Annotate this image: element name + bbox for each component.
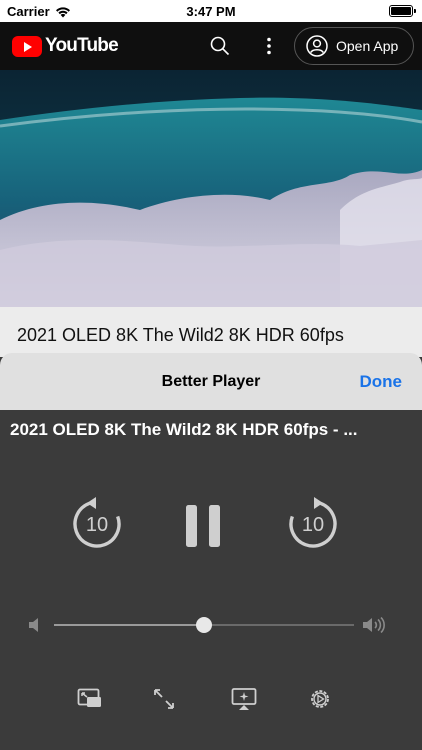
more-vert-icon[interactable] [262,36,276,56]
video-title: 2021 OLED 8K The Wild2 8K HDR 60fps [17,325,344,345]
account-circle-icon [306,35,328,57]
battery-icon [389,5,416,17]
open-app-button[interactable]: Open App [294,27,414,65]
video-player-frame[interactable] [0,70,422,307]
done-button[interactable]: Done [360,372,403,392]
status-bar: Carrier 3:47 PM [0,0,422,22]
volume-low-icon [29,618,38,632]
forward-10-icon[interactable]: 10 [286,497,340,551]
youtube-logo[interactable]: YouTube [12,35,119,57]
youtube-logo-text: YouTube [45,35,119,56]
rewind-seconds-label: 10 [86,514,108,536]
wave-video-image [0,70,422,307]
volume-slider[interactable] [54,617,354,633]
search-icon[interactable] [210,36,230,56]
sheet-header: Better Player Done [0,353,422,410]
youtube-header: YouTube Open App [0,22,422,70]
rewind-10-icon[interactable]: 10 [70,497,124,551]
youtube-play-logo-icon [12,35,42,57]
open-app-label: Open App [336,38,399,54]
player-title: 2021 OLED 8K The Wild2 8K HDR 60fps - ..… [10,420,358,439]
volume-slider-fill [54,624,204,626]
airplay-icon[interactable] [231,686,257,712]
volume-high-icon [363,617,385,633]
status-time: 3:47 PM [186,4,236,19]
volume-slider-thumb[interactable] [196,617,212,633]
fullscreen-icon[interactable] [151,686,177,712]
forward-seconds-label: 10 [302,514,324,536]
better-player: 2021 OLED 8K The Wild2 8K HDR 60fps - ..… [0,410,422,750]
screen: Carrier 3:47 PM YouTube Open App 2021 OL… [0,0,422,750]
picture-in-picture-icon[interactable] [77,686,103,712]
settings-icon[interactable] [307,686,333,712]
pause-icon[interactable] [186,505,220,547]
